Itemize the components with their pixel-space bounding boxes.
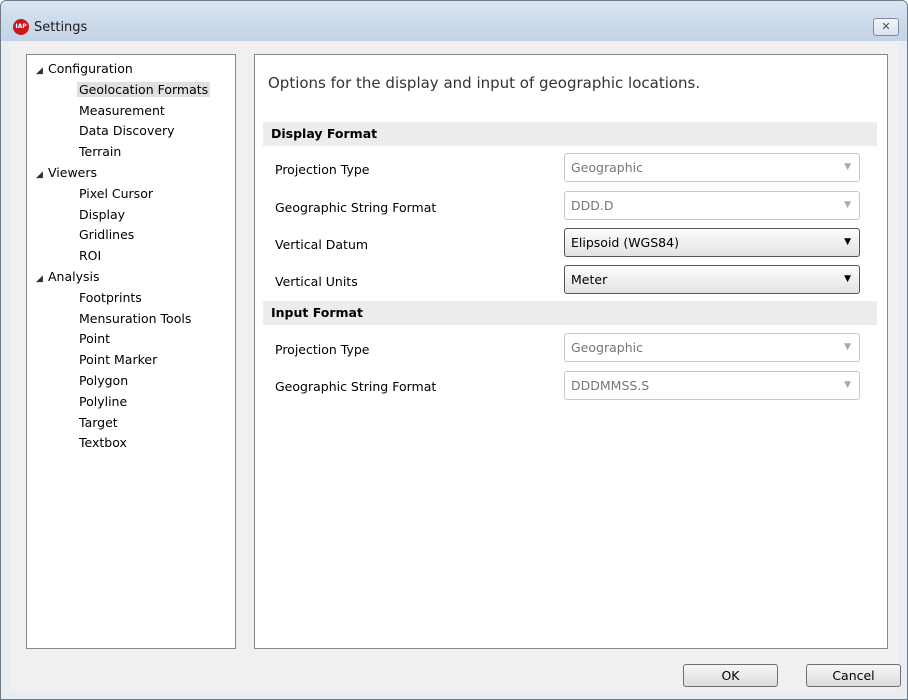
input-geo-string-format-value: DDDMMSS.S [571,378,650,393]
chevron-down-icon: ▼ [844,274,851,284]
tree-item-label: Textbox [79,435,127,451]
tree-item-viewers[interactable]: ◢ Viewers [36,163,97,183]
tree-item-label: Data Discovery [79,123,175,139]
display-geo-string-format-select[interactable]: DDD.D ▼ [564,191,860,220]
tree-item-label: Polyline [79,393,128,409]
settings-tree[interactable]: ◢ Configuration Geolocation Formats Measure… [26,54,236,649]
chevron-down-icon: ▼ [844,200,851,210]
tree-item-gridlines[interactable]: Gridlines [79,225,134,245]
tree-item-measurement[interactable]: Measurement [79,101,165,121]
input-geo-string-format-label: Geographic String Format [275,379,437,394]
tree-item-label: Pixel Cursor [79,185,153,201]
display-geo-string-format-label: Geographic String Format [275,200,437,215]
window-title: Settings [34,20,88,35]
display-projection-type-select[interactable]: Geographic ▼ [564,153,860,182]
section-header-input-format: Input Format [263,301,877,325]
tree-item-label: Analysis [48,269,100,284]
cancel-button[interactable]: Cancel [806,664,901,687]
tree-item-label: Gridlines [79,227,135,243]
title-bar: IAP Settings ✕ [1,1,907,41]
panel-description: Options for the display and input of geo… [268,74,701,92]
tree-item-footprints[interactable]: Footprints [79,288,142,308]
chevron-down-icon: ▼ [844,342,851,352]
settings-panel: Options for the display and input of geo… [254,54,888,649]
tree-item-polyline[interactable]: Polyline [79,392,127,412]
vertical-units-select[interactable]: Meter ▼ [564,265,860,294]
tree-item-label: Point [79,331,111,347]
tree-item-label: Mensuration Tools [79,310,192,326]
expanded-arrow-icon[interactable]: ◢ [36,61,48,81]
tree-item-point-marker[interactable]: Point Marker [79,350,157,370]
tree-item-pixel-cursor[interactable]: Pixel Cursor [79,184,153,204]
tree-item-label: Polygon [79,373,129,388]
input-projection-type-label: Projection Type [275,342,370,357]
tree-item-label: Display [79,206,126,222]
display-projection-type-value: Geographic [571,160,643,175]
tree-item-display[interactable]: Display [79,205,125,225]
vertical-units-label: Vertical Units [275,274,358,289]
chevron-down-icon: ▼ [844,162,851,172]
tree-item-label: Geolocation Formats [77,81,211,97]
vertical-datum-label: Vertical Datum [275,237,369,252]
tree-item-target[interactable]: Target [79,413,118,433]
expanded-arrow-icon[interactable]: ◢ [36,165,48,185]
tree-item-analysis[interactable]: ◢ Analysis [36,267,100,287]
display-geo-string-format-value: DDD.D [571,198,614,213]
tree-item-roi[interactable]: ROI [79,246,101,266]
ok-button[interactable]: OK [683,664,778,687]
display-projection-type-label: Projection Type [275,162,370,177]
tree-item-textbox[interactable]: Textbox [79,433,127,453]
tree-item-configuration[interactable]: ◢ Configuration [36,59,133,79]
tree-item-geolocation-formats[interactable]: Geolocation Formats [77,80,211,100]
settings-window: IAP Settings ✕ ◢ Configuration Geolocation… [0,0,908,700]
vertical-datum-value: Elipsoid (WGS84) [571,235,679,250]
input-geo-string-format-select[interactable]: DDDMMSS.S ▼ [564,371,860,400]
input-projection-type-select[interactable]: Geographic ▼ [564,333,860,362]
tree-item-label: Configuration [48,61,133,76]
input-projection-type-value: Geographic [571,340,643,355]
tree-item-point[interactable]: Point [79,329,110,349]
tree-item-polygon[interactable]: Polygon [79,371,128,391]
tree-item-terrain[interactable]: Terrain [79,142,121,162]
tree-item-label: Footprints [79,289,142,305]
vertical-units-value: Meter [571,272,608,287]
section-header-display-format: Display Format [263,122,877,146]
tree-item-label: Terrain [79,144,122,160]
vertical-datum-select[interactable]: Elipsoid (WGS84) ▼ [564,228,860,257]
expanded-arrow-icon[interactable]: ◢ [36,269,48,289]
tree-item-data-discovery[interactable]: Data Discovery [79,121,175,141]
close-icon[interactable]: ✕ [873,18,899,36]
dialog-body: ◢ Configuration Geolocation Formats Measure… [9,41,901,691]
chevron-down-icon: ▼ [844,237,851,247]
tree-item-label: ROI [79,248,102,264]
tree-item-label: Viewers [48,165,98,180]
tree-item-mensuration-tools[interactable]: Mensuration Tools [79,309,191,329]
app-icon: IAP [13,19,29,35]
chevron-down-icon: ▼ [844,380,851,390]
tree-item-label: Point Marker [79,352,158,368]
tree-item-label: Measurement [79,102,165,118]
tree-item-label: Target [79,414,118,430]
